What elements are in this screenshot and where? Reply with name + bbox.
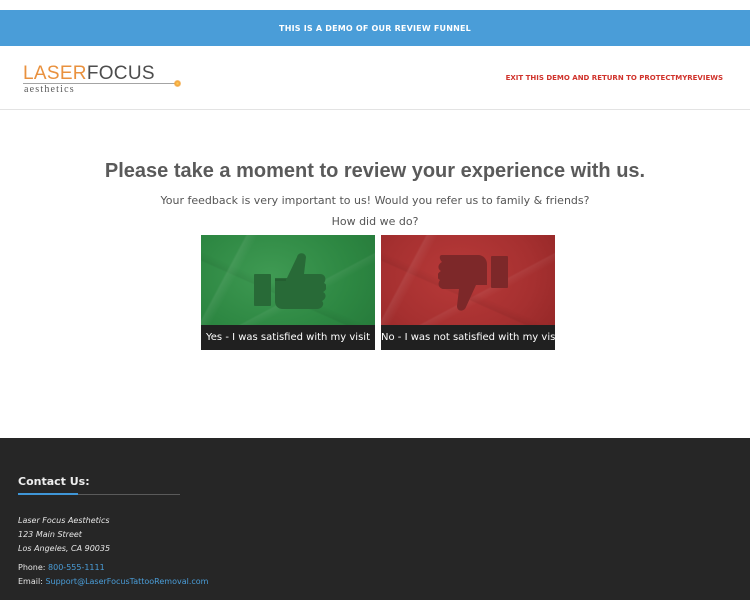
demo-banner: THIS IS A DEMO OF OUR REVIEW FUNNEL bbox=[0, 10, 750, 46]
logo-word-focus: FOCUS bbox=[86, 63, 155, 84]
email-row: Email: Support@LaserFocusTattooRemoval.c… bbox=[18, 576, 208, 588]
satisfied-choice-label: Yes - I was satisfied with my visit bbox=[201, 325, 375, 350]
not-satisfied-choice-label: No - I was not satisfied with my visit bbox=[381, 325, 555, 350]
review-question: How did we do? bbox=[331, 215, 419, 228]
phone-row: Phone: 800-555-1111 bbox=[18, 562, 105, 574]
phone-label: Phone: bbox=[18, 563, 46, 572]
site-header: LASER FOCUS aesthetics EXIT THIS DEMO AND… bbox=[0, 46, 750, 110]
street-address: 123 Main Street bbox=[18, 530, 82, 539]
exit-demo-link[interactable]: EXIT THIS DEMO AND RETURN TO PROTECTMYRE… bbox=[506, 73, 723, 83]
review-headline: Please take a moment to review your expe… bbox=[104, 160, 646, 182]
review-funnel-page: THIS IS A DEMO OF OUR REVIEW FUNNEL LASE… bbox=[0, 0, 750, 600]
logo-subtitle: aesthetics bbox=[24, 84, 75, 95]
business-address: Laser Focus Aesthetics 123 Main Street L… bbox=[18, 514, 110, 556]
not-satisfied-choice-button[interactable]: No - I was not satisfied with my visit bbox=[381, 235, 555, 350]
contact-divider-accent bbox=[18, 493, 78, 495]
review-section: Please take a moment to review your expe… bbox=[0, 110, 750, 438]
business-name: Laser Focus Aesthetics bbox=[18, 516, 110, 525]
laser-focus-logo[interactable]: LASER FOCUS aesthetics bbox=[23, 63, 183, 97]
review-subtext: Your feedback is very important to us! W… bbox=[160, 194, 590, 207]
city-state-zip: Los Angeles, CA 90035 bbox=[18, 544, 111, 553]
thumbs-up-icon bbox=[254, 253, 326, 309]
phone-link[interactable]: 800-555-1111 bbox=[48, 563, 105, 572]
contact-title: Contact Us: bbox=[18, 475, 90, 488]
email-link[interactable]: Support@LaserFocusTattooRemoval.com bbox=[45, 577, 208, 586]
logo-word-laser: LASER bbox=[23, 63, 87, 84]
logo-spark-icon bbox=[174, 80, 181, 87]
site-footer: Contact Us: Laser Focus Aesthetics 123 M… bbox=[0, 438, 750, 600]
logo-wordmark: LASER FOCUS bbox=[23, 63, 183, 84]
thumbs-down-icon bbox=[438, 255, 508, 311]
satisfied-choice-button[interactable]: Yes - I was satisfied with my visit bbox=[201, 235, 375, 350]
email-label: Email: bbox=[18, 577, 43, 586]
top-white-margin bbox=[0, 0, 750, 10]
